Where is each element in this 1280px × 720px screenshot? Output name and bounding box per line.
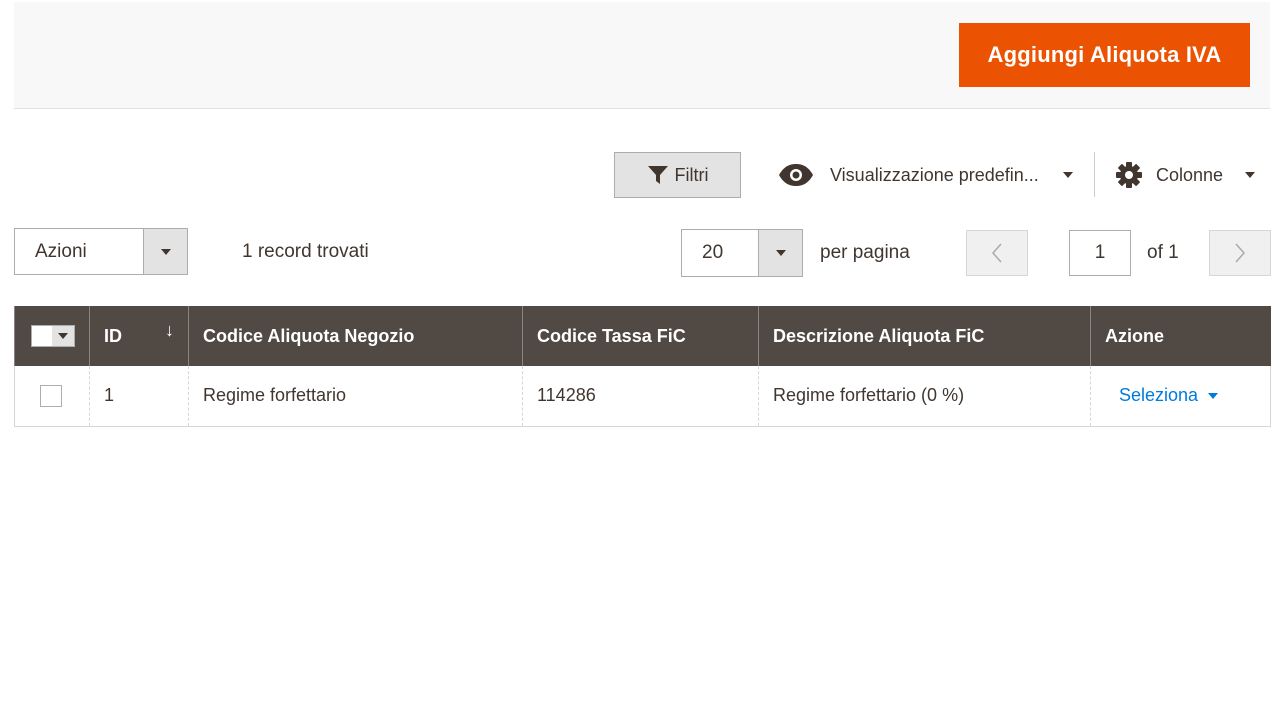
- row-checkbox[interactable]: [40, 384, 62, 407]
- records-found: 1 record trovati: [242, 241, 369, 262]
- cell-store-code: Regime forfettario: [188, 366, 523, 427]
- filter-icon: [647, 166, 668, 184]
- view-dropdown[interactable]: Visualizzazione predefin...: [778, 162, 1073, 188]
- column-header-label: ID: [104, 325, 122, 346]
- column-header-description[interactable]: Descrizione Aliquota FiC: [758, 306, 1091, 366]
- chevron-left-icon: [991, 243, 1002, 263]
- toolbar-divider: [1094, 152, 1095, 197]
- per-page-select[interactable]: 20: [681, 229, 803, 277]
- chevron-down-icon: [1208, 392, 1219, 399]
- column-header-tax-code[interactable]: Codice Tassa FiC: [522, 306, 759, 366]
- row-action-select[interactable]: Seleziona: [1119, 385, 1219, 406]
- chevron-down-icon: [758, 230, 802, 276]
- per-page-value: 20: [702, 242, 724, 263]
- cell-description: Regime forfettario (0 %): [758, 366, 1091, 427]
- gear-icon: [1116, 162, 1142, 188]
- column-header-action: Azione: [1090, 306, 1271, 366]
- chevron-down-icon: [1062, 172, 1073, 178]
- mass-actions-value: Azioni: [35, 240, 87, 262]
- mass-select-checkbox[interactable]: [31, 325, 75, 348]
- cell-tax-code: 114286: [522, 366, 759, 427]
- eye-icon: [779, 164, 813, 186]
- total-pages: of 1: [1147, 242, 1179, 263]
- chevron-right-icon: [1235, 243, 1246, 263]
- mass-actions-select[interactable]: Azioni: [14, 228, 188, 275]
- next-page-button[interactable]: [1209, 230, 1271, 276]
- column-header-store-code[interactable]: Codice Aliquota Negozio: [188, 306, 523, 366]
- column-header-id[interactable]: ID ↓: [89, 306, 189, 366]
- filters-button[interactable]: Filtri: [614, 152, 741, 198]
- chevron-down-icon: [1245, 172, 1256, 178]
- previous-page-button[interactable]: [966, 230, 1028, 276]
- vat-rates-grid: ID ↓ Codice Aliquota Negozio Codice Tassa…: [14, 306, 1271, 427]
- mass-select-header[interactable]: [14, 306, 90, 366]
- chevron-down-icon: [143, 229, 187, 274]
- row-action-label: Seleziona: [1119, 385, 1199, 406]
- table-row: 1 Regime forfettario 114286 Regime forfe…: [14, 366, 1271, 427]
- columns-dropdown[interactable]: Colonne: [1116, 162, 1256, 188]
- filters-label: Filtri: [674, 164, 709, 185]
- page-number-input[interactable]: 1: [1069, 230, 1131, 276]
- view-label: Visualizzazione predefin...: [830, 164, 1039, 185]
- columns-label: Colonne: [1156, 164, 1224, 185]
- chevron-down-icon: [52, 326, 74, 347]
- cell-id: 1: [89, 366, 189, 427]
- sort-arrow-down-icon: ↓: [165, 320, 174, 340]
- add-vat-rate-button[interactable]: Aggiungi Aliquota IVA: [959, 23, 1250, 87]
- per-page-label: per pagina: [820, 242, 910, 263]
